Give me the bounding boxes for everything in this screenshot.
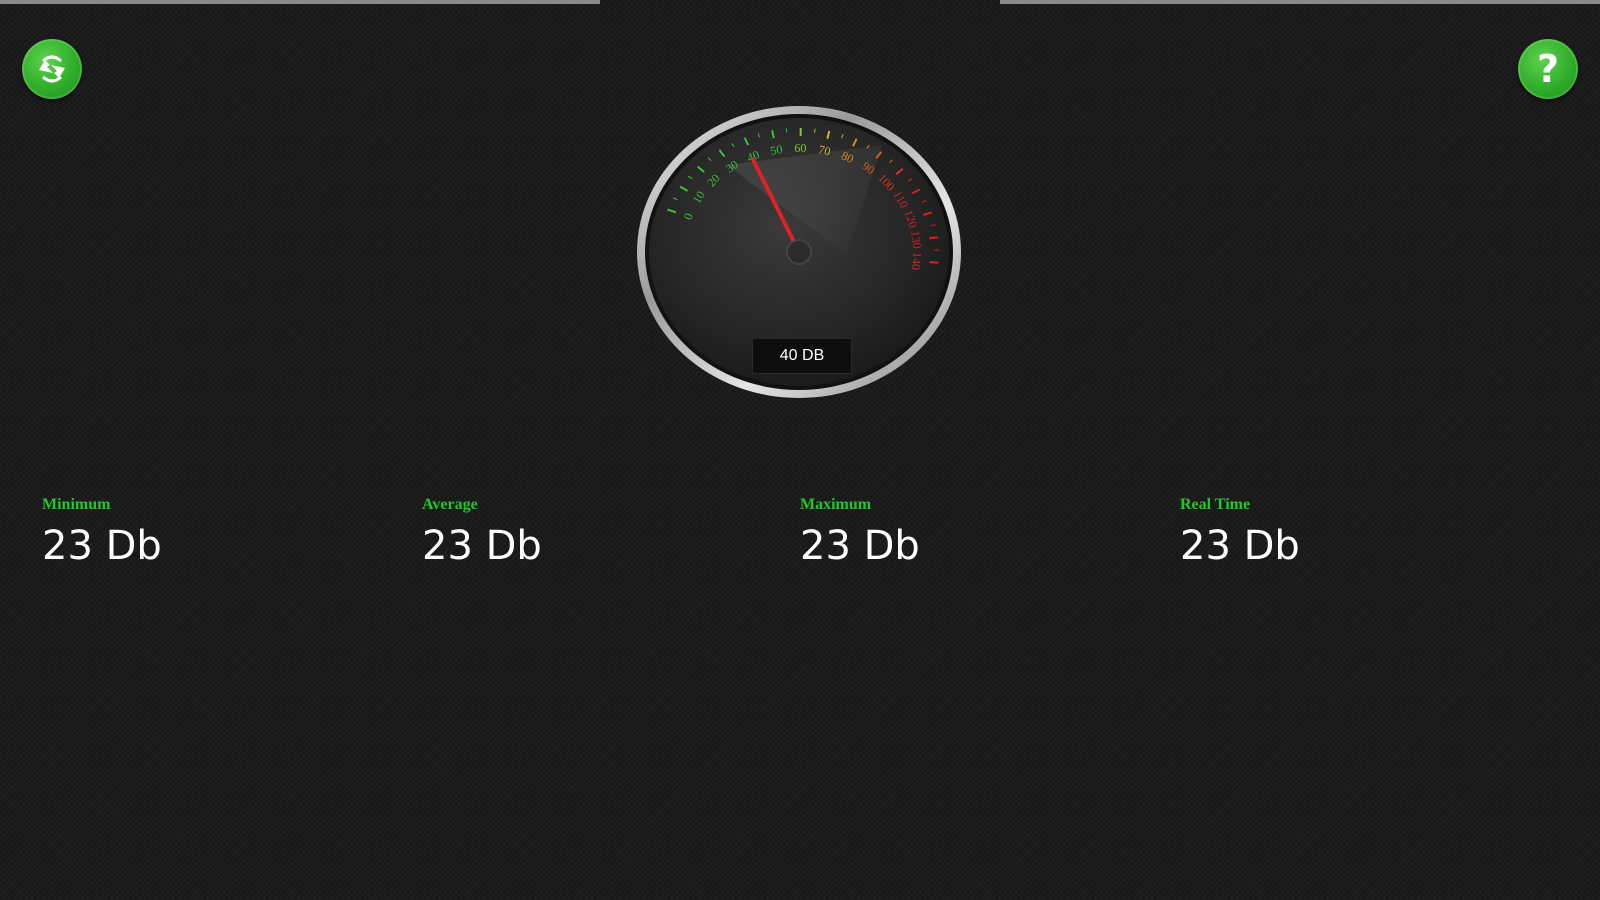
top-divider-right <box>1000 0 1600 4</box>
gauge-tick <box>929 261 939 264</box>
stat-maximum-value: 23 Db <box>800 523 920 569</box>
help-icon: ? <box>1536 47 1560 91</box>
stat-minimum-label: Minimum <box>42 496 111 513</box>
stat-real-time-label: Real Time <box>1180 496 1251 513</box>
stat-maximum: Maximum 23 Db <box>800 496 920 568</box>
stat-minimum: Minimum 23 Db <box>42 496 162 568</box>
help-button[interactable]: ? <box>1518 39 1578 99</box>
stat-average: Average 23 Db <box>422 496 542 568</box>
gauge-minor-tick <box>814 128 816 133</box>
gauge-needle-hub <box>786 239 812 265</box>
refresh-button[interactable] <box>22 39 82 99</box>
refresh-icon <box>39 55 65 83</box>
gauge-readout: 40 DB <box>752 338 852 374</box>
stat-real-time: Real Time 23 Db <box>1180 496 1300 568</box>
stat-average-label: Average <box>422 496 478 513</box>
stat-maximum-label: Maximum <box>800 496 872 513</box>
sound-meter-screen: ? 0 10 20 30 40 50 60 70 80 90 100 110 1… <box>0 0 1600 900</box>
gauge-tick-label: 60 <box>794 141 806 155</box>
stat-real-time-value: 23 Db <box>1180 523 1300 569</box>
gauge-tick <box>928 236 939 240</box>
stat-average-value: 23 Db <box>422 523 542 569</box>
top-divider-left <box>0 0 600 4</box>
gauge-tick-label: 130 <box>908 230 924 250</box>
gauge-tick-label: 140 <box>909 251 925 270</box>
stat-minimum-value: 23 Db <box>42 523 162 569</box>
